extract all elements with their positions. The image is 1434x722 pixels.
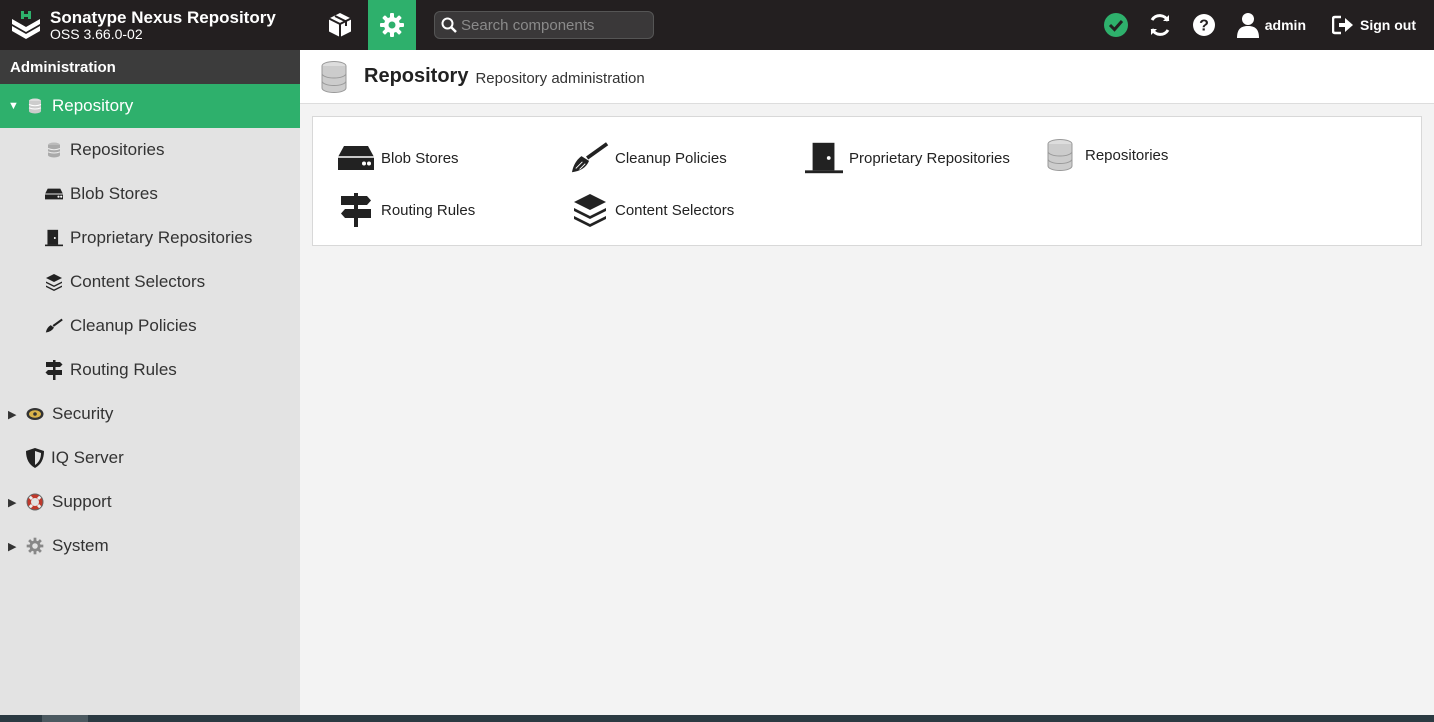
search-input[interactable] xyxy=(461,16,646,34)
layers-icon xyxy=(571,193,609,227)
signpost-icon xyxy=(337,193,375,227)
feature-panel: Blob Stores Cleanup Policies Proprietary… xyxy=(312,116,1422,246)
expand-arrow-icon[interactable]: ▼ xyxy=(8,100,20,112)
lifebuoy-icon xyxy=(26,493,44,511)
database-icon xyxy=(321,60,347,93)
system-status-button[interactable] xyxy=(1103,12,1129,38)
sidebar-item-label: Blob Stores xyxy=(70,184,158,203)
signpost-icon xyxy=(45,360,63,380)
broom-icon xyxy=(571,141,609,175)
gear-icon xyxy=(26,537,44,555)
bottom-tab[interactable] xyxy=(42,715,88,722)
shield-icon xyxy=(26,448,44,468)
sidebar-item-label: System xyxy=(52,536,109,555)
tile-label: Blob Stores xyxy=(381,149,459,167)
tile-label: Proprietary Repositories xyxy=(849,149,1010,167)
sidebar-item-label: Repository xyxy=(52,96,134,115)
sidebar-item-label: Repositories xyxy=(70,140,165,159)
content-header: Repository Repository administration xyxy=(300,50,1434,104)
sidebar-item-repository[interactable]: ▼ Repository xyxy=(0,84,300,128)
search-box[interactable] xyxy=(434,11,654,39)
user-icon xyxy=(1236,13,1259,38)
help-button[interactable]: ? xyxy=(1191,12,1217,38)
tile-label: Routing Rules xyxy=(381,201,476,219)
layers-icon xyxy=(45,273,63,291)
database-icon xyxy=(26,97,44,115)
sidebar-item-routing-rules[interactable]: Routing Rules xyxy=(0,348,300,392)
database-icon xyxy=(45,141,63,159)
tile-label: Content Selectors xyxy=(615,201,735,219)
page-subtitle: Repository administration xyxy=(475,70,645,87)
sidebar-item-support[interactable]: ▶ Support xyxy=(0,480,300,524)
username: admin xyxy=(1264,17,1306,33)
sidebar-header: Administration xyxy=(0,50,300,84)
sidebar-item-label: IQ Server xyxy=(51,448,124,467)
sidebar-item-label: Content Selectors xyxy=(70,272,206,291)
sidebar-item-iq-server[interactable]: IQ Server xyxy=(0,436,300,480)
collapsed-arrow-icon[interactable]: ▶ xyxy=(8,408,20,421)
cube-icon xyxy=(328,13,352,37)
sidebar-item-label: Proprietary Repositories xyxy=(70,228,253,247)
tile-repositories[interactable]: Repositories xyxy=(1041,138,1168,172)
tile-content-selectors[interactable]: Content Selectors xyxy=(571,193,734,227)
tile-routing-rules[interactable]: Routing Rules xyxy=(337,193,475,227)
hdd-icon xyxy=(337,141,375,175)
search-icon xyxy=(441,17,457,33)
page-title: Repository xyxy=(364,65,469,87)
collapsed-arrow-icon[interactable]: ▶ xyxy=(8,496,20,509)
nexus-logo-icon xyxy=(12,11,40,39)
top-bar: Sonatype Nexus Repository OSS 3.66.0-02 xyxy=(0,0,1434,50)
sidebar-item-content-selectors[interactable]: Content Selectors xyxy=(0,260,300,304)
refresh-button[interactable] xyxy=(1147,12,1173,38)
tile-label: Repositories xyxy=(1085,146,1169,164)
sidebar-item-repositories[interactable]: Repositories xyxy=(0,128,300,172)
help-icon: ? xyxy=(1192,14,1215,36)
sidebar-item-label: Cleanup Policies xyxy=(70,316,197,335)
database-icon xyxy=(1041,138,1079,172)
brand[interactable]: Sonatype Nexus Repository OSS 3.66.0-02 xyxy=(0,0,300,50)
collapsed-arrow-icon[interactable]: ▶ xyxy=(8,540,20,553)
sidebar: Administration ▼ Repository Repositories… xyxy=(0,50,300,722)
door-icon xyxy=(805,141,843,175)
sidebar-item-blob-stores[interactable]: Blob Stores xyxy=(0,172,300,216)
gear-icon xyxy=(380,13,404,37)
user-menu[interactable]: admin xyxy=(1236,12,1306,38)
sign-out-label: Sign out xyxy=(1360,17,1416,33)
door-icon xyxy=(45,229,63,247)
sidebar-item-cleanup-policies[interactable]: Cleanup Policies xyxy=(0,304,300,348)
check-circle-icon xyxy=(1103,13,1128,37)
sidebar-item-proprietary-repositories[interactable]: Proprietary Repositories xyxy=(0,216,300,260)
browse-mode-button[interactable] xyxy=(316,0,364,50)
hdd-icon xyxy=(45,185,63,203)
tile-cleanup-policies[interactable]: Cleanup Policies xyxy=(571,141,727,175)
svg-text:?: ? xyxy=(1199,18,1209,35)
sidebar-item-label: Security xyxy=(52,404,114,423)
sidebar-item-label: Routing Rules xyxy=(70,360,177,379)
app-version: OSS 3.66.0-02 xyxy=(50,25,143,42)
refresh-icon xyxy=(1150,14,1170,36)
app-name: Sonatype Nexus Repository xyxy=(50,7,276,27)
tile-proprietary-repositories[interactable]: Proprietary Repositories xyxy=(805,141,1010,175)
tile-blob-stores[interactable]: Blob Stores xyxy=(337,141,459,175)
sidebar-item-security[interactable]: ▶ Security xyxy=(0,392,300,436)
broom-icon xyxy=(45,317,63,335)
tile-label: Cleanup Policies xyxy=(615,149,727,167)
sidebar-item-label: Support xyxy=(52,492,112,511)
admin-mode-button[interactable] xyxy=(368,0,416,50)
sidebar-item-system[interactable]: ▶ System xyxy=(0,524,300,568)
sign-out-button[interactable]: Sign out xyxy=(1332,15,1416,35)
sign-out-icon xyxy=(1332,15,1353,35)
badge-icon xyxy=(26,405,44,423)
bottom-strip xyxy=(0,715,1434,722)
